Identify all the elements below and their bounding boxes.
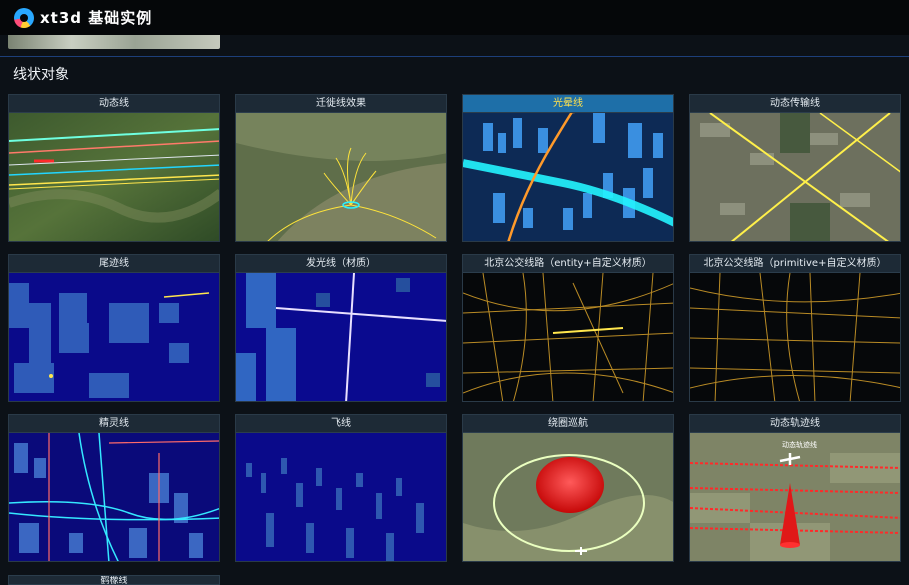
overlay-label: 动态轨迹线 — [782, 440, 817, 449]
example-card-glow-line-material[interactable]: 发光线（材质） — [235, 254, 447, 402]
example-card-dynamic-line[interactable]: 动态线 — [8, 94, 220, 242]
top-bar: xt3d 基础实例 — [0, 0, 909, 35]
card-thumbnail — [690, 113, 900, 241]
card-thumbnail — [690, 273, 900, 401]
card-thumbnail — [463, 433, 673, 561]
card-title: 北京公交线路（entity+自定义材质） — [463, 255, 673, 273]
card-thumbnail — [9, 273, 219, 401]
previous-card-thumbnail[interactable] — [8, 35, 220, 49]
example-card-beijing-bus-primitive[interactable]: 北京公交线路（primitive+自定义材质） — [689, 254, 901, 402]
card-title: 发光线（材质） — [236, 255, 446, 273]
card-title: 尾迹线 — [9, 255, 219, 273]
card-thumbnail: 动态轨迹线 — [690, 433, 900, 561]
card-title: 迁徙线效果 — [236, 95, 446, 113]
card-thumbnail — [463, 273, 673, 401]
example-card-sprite-line[interactable]: 精灵线 — [8, 414, 220, 562]
example-card-halo-line[interactable]: 光晕线 — [462, 94, 674, 242]
next-section-card[interactable]: 鹤橡线 — [8, 575, 220, 585]
card-thumbnail — [236, 113, 446, 241]
example-card-dynamic-trajectory-line[interactable]: 动态轨迹线 动态轨迹线 — [689, 414, 901, 562]
card-thumbnail — [9, 433, 219, 561]
card-thumbnail — [463, 113, 673, 241]
card-title: 绕圈巡航 — [463, 415, 673, 433]
example-card-migration-line[interactable]: 迁徙线效果 — [235, 94, 447, 242]
app-title: xt3d 基础实例 — [40, 9, 153, 27]
previous-section-strip — [0, 35, 909, 57]
card-title: 光晕线 — [463, 95, 673, 113]
example-card-fly-line[interactable]: 飞线 — [235, 414, 447, 562]
example-card-beijing-bus-entity[interactable]: 北京公交线路（entity+自定义材质） — [462, 254, 674, 402]
example-card-dynamic-transmission-line[interactable]: 动态传输线 — [689, 94, 901, 242]
app-logo-icon — [14, 7, 34, 28]
card-title: 精灵线 — [9, 415, 219, 433]
card-thumbnail — [236, 273, 446, 401]
example-card-circle-cruise[interactable]: 绕圈巡航 — [462, 414, 674, 562]
card-thumbnail — [9, 113, 219, 241]
card-title: 动态线 — [9, 95, 219, 113]
card-title: 动态传输线 — [690, 95, 900, 113]
section-title: 线状对象 — [13, 67, 69, 83]
example-card-trail-line[interactable]: 尾迹线 — [8, 254, 220, 402]
card-title: 飞线 — [236, 415, 446, 433]
card-title: 北京公交线路（primitive+自定义材质） — [690, 255, 900, 273]
card-title: 动态轨迹线 — [690, 415, 900, 433]
card-thumbnail — [236, 433, 446, 561]
